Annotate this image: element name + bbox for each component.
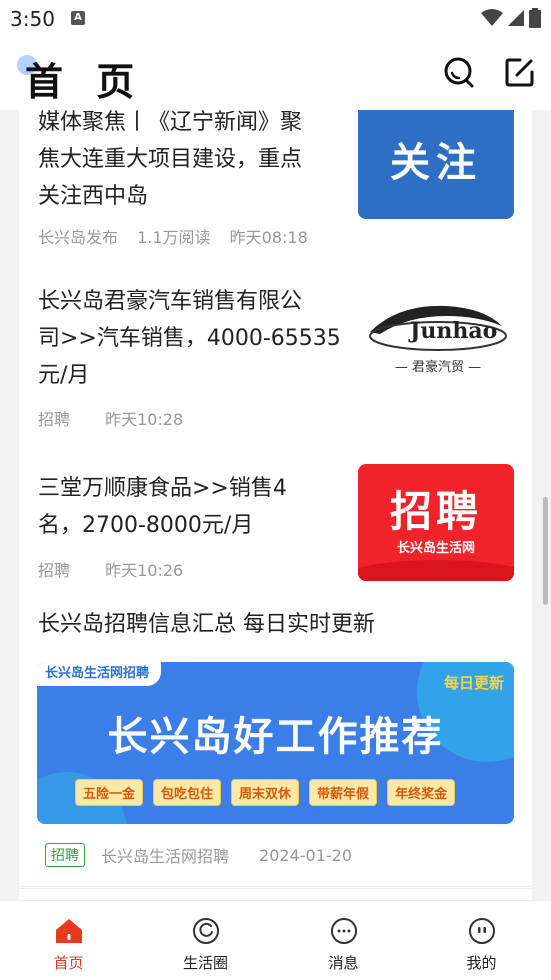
recruitment-banner[interactable]: 长兴岛生活网招聘 每日更新 长兴岛好工作推荐 五险一金 包吃包住 周末双休 带薪… (37, 662, 514, 824)
tab-label: 我的 (466, 954, 497, 972)
benefit-chip: 五险一金 (75, 779, 144, 806)
feed-item-title: 长兴岛招聘信息汇总 每日实时更新 (38, 612, 375, 637)
feed-item-title-line: 三堂万顺康食品>>销售4 (38, 476, 287, 501)
tab-profile[interactable]: 我的 (413, 901, 550, 980)
scrollbar[interactable] (543, 497, 548, 605)
feed-item-meta: 招聘 昨天10:28 (38, 406, 197, 430)
feed-item-meta: 招聘 长兴岛生活网招聘 2024-01-20 (45, 843, 352, 867)
benefit-chip: 周末双休 (231, 779, 300, 806)
tab-label: 消息 (328, 954, 359, 972)
message-icon (330, 918, 357, 944)
logo-text: Junhao (410, 318, 498, 344)
signal-icon (508, 10, 524, 26)
feed-item-source: 招聘 (38, 410, 71, 429)
circle-icon (192, 918, 219, 944)
divider (19, 886, 532, 887)
home-icon (55, 919, 82, 943)
feed-item-thumbnail[interactable]: 关注 (358, 110, 514, 219)
tab-life-circle[interactable]: 生活圈 (137, 901, 274, 980)
profile-icon (468, 918, 495, 944)
feed-item[interactable]: 媒体聚焦丨《辽宁新闻》聚 焦大连重大项目建设，重点 关注西中岛 长兴岛发布 1.… (19, 110, 532, 265)
status-bar: 3:50 A (0, 0, 551, 36)
feed-item-title-line: 媒体聚焦丨《辽宁新闻》聚 (38, 110, 303, 135)
feed-item-source: 长兴岛发布 (38, 228, 119, 247)
tab-label: 生活圈 (182, 954, 228, 972)
edit-button[interactable] (503, 55, 537, 89)
feed-item-title-line: 长兴岛君豪汽车销售有限公 (38, 289, 303, 314)
banner-headline: 长兴岛好工作推荐 (107, 714, 444, 760)
feed-item-title-line: 元/月 (38, 363, 90, 388)
bottom-tab-bar: 首页 生活圈 消息 我的 (0, 900, 551, 980)
thumbnail-wave (358, 560, 514, 581)
benefit-chip: 带薪年假 (309, 779, 378, 806)
app-header: 首 页 (0, 36, 551, 110)
feed-item-time: 昨天10:28 (105, 410, 184, 429)
logo-subtext-label: 君豪汽贸 (411, 360, 464, 375)
feed-item-source: 招聘 (38, 561, 71, 580)
feed-item-title: 媒体聚焦丨《辽宁新闻》聚 焦大连重大项目建设，重点 关注西中岛 (38, 110, 302, 215)
feed-item-thumbnail[interactable]: Junhao — 君豪汽贸 — (358, 286, 514, 384)
status-time: 3:50 (10, 7, 55, 31)
feed-item-time: 昨天10:26 (105, 561, 184, 580)
benefit-chip: 年终奖金 (387, 779, 456, 806)
tab-home[interactable]: 首页 (0, 901, 137, 980)
feed-item-title-line: 焦大连重大项目建设，重点 (38, 147, 303, 172)
logo-subtext: — 君豪汽贸 — (394, 360, 482, 375)
search-button[interactable] (442, 55, 476, 89)
feed-item-title: 长兴岛君豪汽车销售有限公 司>>汽车销售，4000-65535 元/月 (38, 283, 341, 394)
banner-benefits: 五险一金 包吃包住 周末双休 带薪年假 年终奖金 (75, 779, 456, 806)
thumbnail-text: 关注 (390, 140, 482, 186)
feed-item-thumbnail[interactable]: 招聘 长兴岛生活网 (358, 464, 514, 581)
thumbnail-text: 招聘 (389, 487, 482, 536)
system-icons (481, 8, 541, 28)
banner-tag: 长兴岛生活网招聘 (37, 662, 162, 686)
feed-item-title-line: 名，2700-8000元/月 (38, 513, 254, 538)
thumbnail-subtext: 长兴岛生活网 (396, 541, 475, 556)
search-icon (444, 57, 474, 88)
news-feed[interactable]: 媒体聚焦丨《辽宁新闻》聚 焦大连重大项目建设，重点 关注西中岛 长兴岛发布 1.… (19, 110, 532, 900)
notification-a-icon: A (71, 11, 85, 25)
wifi-icon (481, 9, 503, 26)
feed-item-title-line: 司>>汽车销售，4000-65535 (38, 326, 341, 351)
tab-label: 首页 (53, 954, 84, 972)
feed-item[interactable]: 长兴岛君豪汽车销售有限公 司>>汽车销售，4000-65535 元/月 招聘 昨… (19, 264, 532, 445)
edit-icon (505, 58, 534, 87)
benefit-chip: 包吃包住 (153, 779, 222, 806)
feed-item-views: 1.1万阅读 (137, 228, 211, 247)
feed-item-meta: 招聘 昨天10:26 (38, 557, 197, 581)
banner-daily-label: 每日更新 (443, 674, 504, 692)
page-title: 首 页 (25, 60, 145, 104)
feed-item[interactable]: 三堂万顺康食品>>销售4 名，2700-8000元/月 招聘 昨天10:26 招… (19, 444, 532, 599)
feed-item-source: 长兴岛生活网招聘 (101, 847, 230, 866)
battery-icon (529, 8, 541, 28)
feed-item-title-line: 关注西中岛 (38, 184, 149, 209)
feed-item-meta: 长兴岛发布 1.1万阅读 昨天08:18 (38, 224, 322, 248)
tab-messages[interactable]: 消息 (275, 901, 412, 980)
feed-item-date: 2024-01-20 (259, 845, 352, 865)
feed-item-title: 三堂万顺康食品>>销售4 名，2700-8000元/月 (38, 470, 287, 544)
category-badge: 招聘 (45, 843, 85, 867)
feed-item-time: 昨天08:18 (229, 228, 308, 247)
